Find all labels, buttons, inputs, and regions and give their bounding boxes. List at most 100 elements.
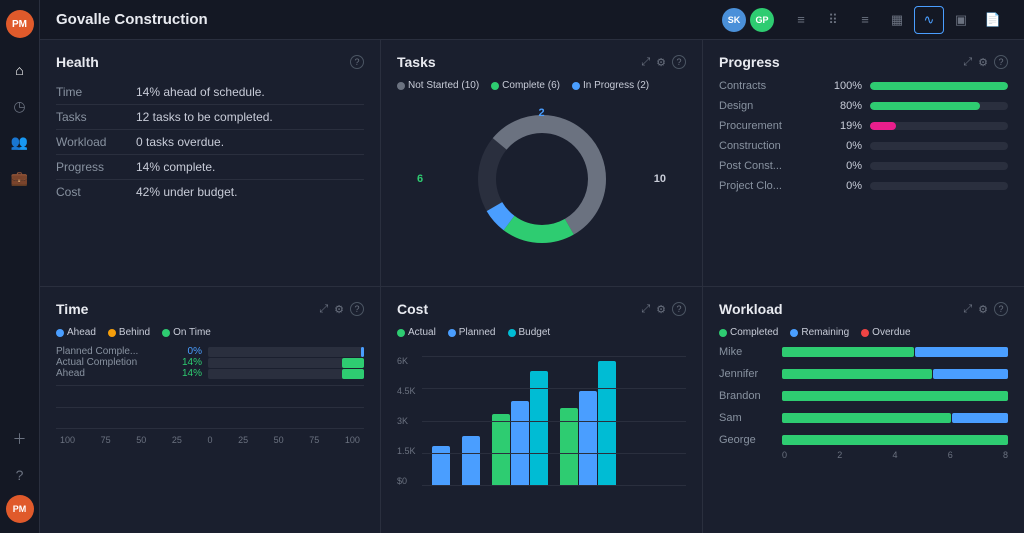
workload-row: Brandon <box>719 390 1008 402</box>
legend-label: Completed <box>730 327 778 338</box>
page-title: Govalle Construction <box>56 11 710 28</box>
time-gear-icon[interactable]: ⚙ <box>334 303 344 316</box>
cost-group-4 <box>560 361 616 486</box>
legend-dot <box>448 329 456 337</box>
sidebar-item-add[interactable]: ＋ <box>4 423 36 455</box>
main-content: Govalle Construction SK GP ≡ ⠿ ≡ ▦ ∿ ▣ 📄… <box>40 0 1024 533</box>
tasks-gear-icon[interactable]: ⚙ <box>656 56 666 69</box>
nav-rows[interactable]: ≡ <box>850 6 880 34</box>
health-val: 14% complete. <box>136 155 364 180</box>
cost-bar-budget-3 <box>530 371 548 486</box>
workload-gear-icon[interactable]: ⚙ <box>978 303 988 316</box>
nav-chart[interactable]: ∿ <box>914 6 944 34</box>
workload-bar-completed <box>782 435 1008 445</box>
time-axis-0: 0 <box>207 435 212 445</box>
nav-list[interactable]: ≡ <box>786 6 816 34</box>
workload-help-icon[interactable]: ? <box>994 302 1008 316</box>
sidebar: PM ⌂ ◷ 👥 💼 ＋ ? PM <box>0 0 40 533</box>
health-row: Cost 42% under budget. <box>56 180 364 205</box>
nav-doc[interactable]: 📄 <box>978 6 1008 34</box>
progress-bar-bg <box>870 102 1008 110</box>
time-axis-50r: 50 <box>274 435 284 445</box>
health-row: Progress 14% complete. <box>56 155 364 180</box>
health-key: Workload <box>56 130 136 155</box>
user-avatar-sidebar[interactable]: PM <box>6 495 34 523</box>
cost-bar-planned-4 <box>579 391 597 486</box>
tasks-help-icon[interactable]: ? <box>672 55 686 69</box>
sidebar-item-time[interactable]: ◷ <box>4 90 36 122</box>
workload-expand-icon[interactable]: ⤢ <box>963 303 972 316</box>
legend-dot <box>397 82 405 90</box>
time-axis-25r: 25 <box>238 435 248 445</box>
legend-dot <box>56 329 64 337</box>
legend-label: Overdue <box>872 327 910 338</box>
app-logo[interactable]: PM <box>6 10 34 38</box>
workload-x-label: 4 <box>892 450 897 460</box>
cost-bar-budget-4 <box>598 361 616 486</box>
health-help-icon[interactable]: ? <box>350 55 364 69</box>
workload-bar-group <box>782 413 1008 423</box>
cost-y-3k: 3K <box>397 416 416 426</box>
progress-bar-bg <box>870 82 1008 90</box>
workload-row-label: Brandon <box>719 390 774 402</box>
workload-row-label: Mike <box>719 346 774 358</box>
health-row: Workload 0 tasks overdue. <box>56 130 364 155</box>
cost-y-0: $0 <box>397 476 416 486</box>
progress-row-label: Construction <box>719 140 819 152</box>
cost-bar-planned-2 <box>462 436 480 486</box>
sidebar-item-users[interactable]: 👥 <box>4 126 36 158</box>
workload-rows: Mike Jennifer Brandon Sam <box>719 346 1008 446</box>
legend-label: Actual <box>408 327 436 338</box>
tasks-legend-item: In Progress (2) <box>572 80 649 91</box>
workload-x-label: 2 <box>837 450 842 460</box>
workload-bar-group <box>782 435 1008 445</box>
sidebar-item-home[interactable]: ⌂ <box>4 54 36 86</box>
tasks-title: Tasks <box>397 54 436 70</box>
time-row-label: Ahead <box>56 368 166 379</box>
legend-label: Budget <box>519 327 551 338</box>
tasks-expand-icon[interactable]: ⤢ <box>641 56 650 69</box>
time-row: Actual Completion 14% <box>56 357 364 368</box>
sidebar-item-portfolio[interactable]: 💼 <box>4 162 36 194</box>
progress-row-pct: 19% <box>827 120 862 132</box>
avatar-gp[interactable]: GP <box>750 8 774 32</box>
cost-bar-actual-3 <box>492 414 510 486</box>
time-row-pct: 14% <box>172 357 202 368</box>
nav-columns[interactable]: ⠿ <box>818 6 848 34</box>
workload-bar-remaining <box>952 413 1008 423</box>
time-expand-icon[interactable]: ⤢ <box>319 303 328 316</box>
progress-gear-icon[interactable]: ⚙ <box>978 56 988 69</box>
legend-dot <box>108 329 116 337</box>
time-help-icon[interactable]: ? <box>350 302 364 316</box>
sidebar-item-help[interactable]: ? <box>4 459 36 491</box>
cost-y-6k: 6K <box>397 356 416 366</box>
nav-calendar[interactable]: ▣ <box>946 6 976 34</box>
cost-header: Cost ⤢ ⚙ ? <box>397 301 686 317</box>
avatar-sk[interactable]: SK <box>722 8 746 32</box>
progress-expand-icon[interactable]: ⤢ <box>963 56 972 69</box>
legend-label: On Time <box>173 327 211 338</box>
legend-dot <box>508 329 516 337</box>
progress-icons: ⤢ ⚙ ? <box>963 55 1008 69</box>
legend-label: Behind <box>119 327 150 338</box>
cost-gear-icon[interactable]: ⚙ <box>656 303 666 316</box>
workload-row-label: George <box>719 434 774 446</box>
cost-legend: ActualPlannedBudget <box>397 327 686 338</box>
health-title: Health <box>56 54 99 70</box>
health-key: Tasks <box>56 105 136 130</box>
cost-help-icon[interactable]: ? <box>672 302 686 316</box>
workload-legend-item: Remaining <box>790 327 849 338</box>
time-bar-fill <box>361 347 364 357</box>
progress-row-pct: 0% <box>827 140 862 152</box>
cost-y-axis: 6K 4.5K 3K 1.5K $0 <box>397 356 416 486</box>
topbar-nav: ≡ ⠿ ≡ ▦ ∿ ▣ 📄 <box>786 6 1008 34</box>
workload-bar-remaining <box>933 369 1008 379</box>
time-axis-50l: 50 <box>136 435 146 445</box>
nav-table[interactable]: ▦ <box>882 6 912 34</box>
health-val: 42% under budget. <box>136 180 364 205</box>
topbar: Govalle Construction SK GP ≡ ⠿ ≡ ▦ ∿ ▣ 📄 <box>40 0 1024 40</box>
progress-help-icon[interactable]: ? <box>994 55 1008 69</box>
health-row: Tasks 12 tasks to be completed. <box>56 105 364 130</box>
time-panel: Time ⤢ ⚙ ? AheadBehindOn Time Planned Co… <box>40 287 380 533</box>
cost-expand-icon[interactable]: ⤢ <box>641 303 650 316</box>
